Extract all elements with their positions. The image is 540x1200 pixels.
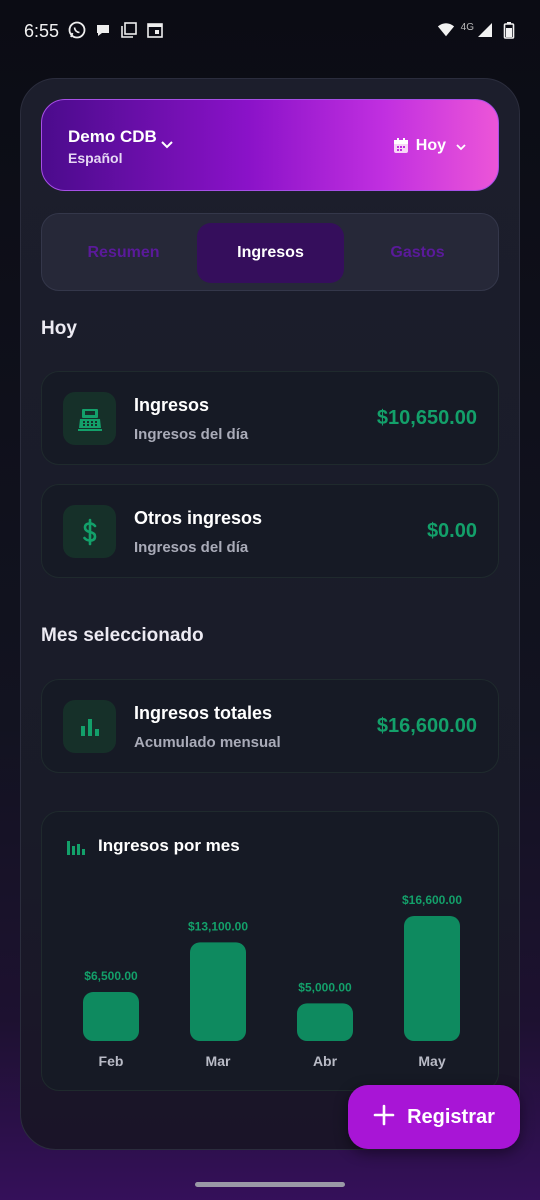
stat-subtitle: Ingresos del día [134,539,249,556]
chevron-down-icon[interactable] [160,138,174,152]
chevron-down-icon[interactable] [454,140,468,154]
status-time: 6:55 [24,21,60,41]
section-title-today: Hoy [41,318,77,339]
calendar-app-icon [146,21,164,39]
network-type-label: 4G [460,21,474,33]
plus-icon [373,1104,395,1131]
whatsapp-icon [68,21,86,39]
stat-value: $10,650.00 [376,407,477,429]
copy-icon [120,21,138,39]
calendar-icon [392,137,410,155]
tab-resumen[interactable]: Resumen [50,223,197,283]
bar-feb [83,992,139,1041]
bar-may [404,916,460,1041]
stat-title: Ingresos totales [134,703,273,723]
x-tick-label: Mar [206,1053,231,1069]
bar-abr [297,1003,353,1041]
stat-title: Otros ingresos [134,508,263,528]
bar-value-label: $6,500.00 [84,969,138,983]
organization-name: Demo CDB [68,127,157,146]
cash-register-icon [63,392,116,445]
stat-card-ingresos[interactable]: Ingresos Ingresos del día $10,650.00 [41,371,499,465]
bar-value-label: $5,000.00 [298,980,352,994]
bar-mar [190,942,246,1041]
tab-gastos[interactable]: Gastos [344,223,491,283]
signal-icon [476,21,494,39]
tab-ingresos[interactable]: Ingresos [197,223,344,283]
x-tick-label: May [418,1053,445,1069]
bar-chart-icon [63,700,116,753]
register-button[interactable]: Registrar [348,1085,520,1149]
stat-card-ingresos-totales[interactable]: Ingresos totales Acumulado mensual $16,6… [41,679,499,773]
register-button-label: Registrar [407,1105,495,1128]
battery-icon [500,21,518,39]
tab-bar: Resumen Ingresos Gastos [41,213,499,291]
stat-card-otros-ingresos[interactable]: Otros ingresos Ingresos del día $0.00 [41,484,499,578]
stat-value: $16,600.00 [376,715,477,737]
stat-subtitle: Acumulado mensual [134,734,281,751]
home-indicator[interactable] [195,1182,345,1187]
section-title-month: Mes seleccionado [41,625,204,646]
x-tick-label: Feb [99,1053,124,1069]
status-bar: 6:55 4G [0,0,540,62]
language-label: Español [68,150,123,166]
bar-value-label: $16,600.00 [402,893,462,907]
monthly-income-chart-card: Ingresos por mes $6,500.00 Feb $13,100.00 M… [41,811,499,1091]
dollar-icon [63,505,116,558]
x-tick-label: Abr [313,1053,338,1069]
header-card: Demo CDB Español Hoy [41,99,499,191]
bar-value-label: $13,100.00 [188,919,248,933]
notification-icons [68,21,164,39]
date-filter-label: Hoy [415,137,446,154]
stat-value: $0.00 [426,520,477,542]
system-icons: 4G [437,21,518,39]
stat-subtitle: Ingresos del día [134,426,249,443]
wifi-icon [437,21,455,39]
bar-chart: $6,500.00 Feb $13,100.00 Mar $5,000.00 Abr $16… [83,893,462,1069]
stat-title: Ingresos [134,395,210,415]
chat-icon [94,21,112,39]
